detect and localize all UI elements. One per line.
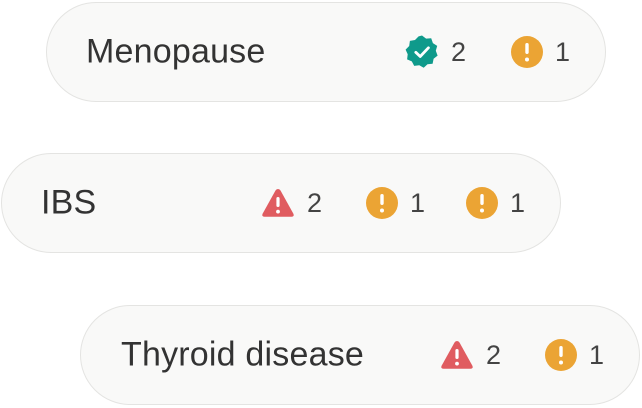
info-badge: 1 — [544, 337, 604, 373]
condition-label: Menopause — [86, 32, 266, 71]
badge-count: 1 — [589, 339, 605, 370]
warning-badge: 2 — [260, 185, 322, 221]
badge-count: 2 — [307, 187, 323, 218]
info-badge: 1 — [510, 34, 570, 70]
badge-count: 2 — [486, 339, 502, 370]
verified-badge: 2 — [404, 34, 466, 70]
badge-count: 1 — [555, 36, 571, 67]
condition-pill-thyroid-disease[interactable]: Thyroid disease 2 1 — [80, 305, 640, 405]
warning-triangle-icon — [441, 341, 473, 369]
condition-pill-menopause[interactable]: Menopause 2 1 — [46, 2, 606, 102]
info-exclamation-icon — [466, 187, 498, 219]
condition-pill-ibs[interactable]: IBS 2 1 1 — [1, 153, 561, 253]
badge-count: 2 — [451, 36, 467, 67]
badge-count: 1 — [410, 187, 426, 218]
info-exclamation-icon — [366, 187, 398, 219]
condition-label: IBS — [41, 183, 97, 222]
warning-triangle-icon — [262, 189, 294, 217]
info-exclamation-icon — [545, 339, 577, 371]
verified-check-icon — [405, 35, 438, 68]
info-badge: 1 — [365, 185, 425, 221]
warning-badge: 2 — [439, 337, 501, 373]
info-exclamation-icon — [511, 36, 543, 68]
condition-label: Thyroid disease — [121, 335, 365, 374]
info-badge: 1 — [465, 185, 525, 221]
badge-count: 1 — [510, 187, 526, 218]
